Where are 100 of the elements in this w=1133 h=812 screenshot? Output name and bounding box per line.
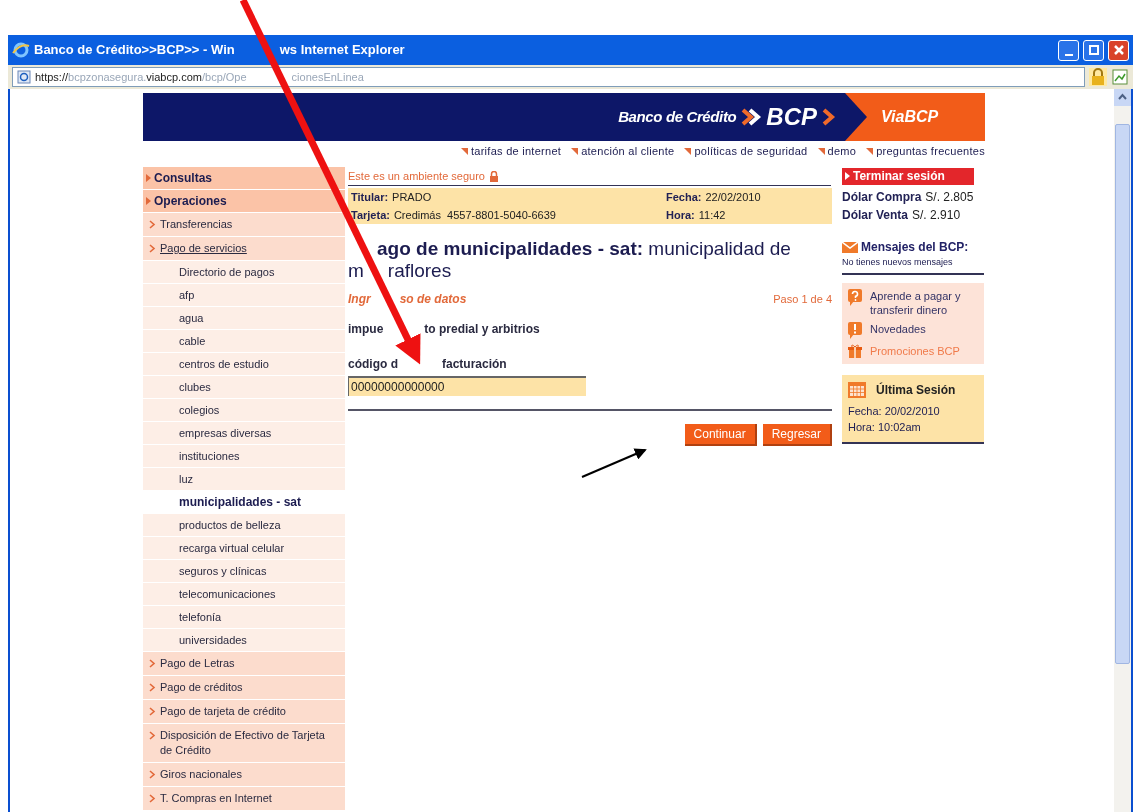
brand-name: BCP (766, 102, 817, 132)
messages-title: Mensajes del BCP: (861, 239, 969, 256)
triangle-icon (845, 172, 850, 180)
question-icon (848, 288, 862, 306)
logout-button[interactable]: Terminar sesión (842, 167, 974, 185)
top-link[interactable]: tarifas de internet (460, 142, 562, 160)
maximize-button[interactable] (1083, 39, 1104, 61)
menu-item[interactable]: agua (143, 307, 345, 330)
menu-item[interactable]: Pago de créditos (143, 676, 345, 700)
triangle-icon (866, 147, 874, 155)
report-icon[interactable] (1111, 68, 1129, 86)
product-name: ViaBCP (881, 107, 939, 127)
scrollbar[interactable] (1114, 89, 1131, 812)
lock-icon (489, 170, 499, 182)
field-value: 22/02/2010 (705, 189, 761, 205)
scroll-thumb[interactable] (1115, 124, 1130, 664)
menu-item[interactable]: seguros y clínicas (143, 560, 345, 583)
bank-name: Banco de Crédito (618, 106, 737, 127)
menu-item[interactable]: colegios (143, 399, 345, 422)
section-title: so de datos (399, 291, 467, 308)
browser-logo-icon (12, 41, 30, 59)
field-label: código d (348, 356, 398, 373)
menu-item[interactable]: Pago de tarjeta de crédito (143, 700, 345, 724)
session-title: Última Sesión (876, 381, 956, 399)
close-icon (1113, 45, 1124, 55)
menu-item[interactable]: centros de estudio (143, 353, 345, 376)
field-value: S/. 2.910 (912, 207, 961, 224)
close-button[interactable] (1108, 39, 1129, 61)
chevron-icon (149, 659, 156, 668)
annotation-arrow (581, 448, 647, 478)
menu-item[interactable]: recarga virtual celular (143, 537, 345, 560)
address-field[interactable]: https://bcpzonasegura.viabcp.com/bcp/Ope cionesEnLinea (12, 67, 1085, 87)
menu-item[interactable]: afp (143, 284, 345, 307)
lock-icon[interactable] (1089, 68, 1107, 86)
address-text: https://bcpzonasegura.viabcp.com/bcp/Ope cionesEnLinea (35, 69, 364, 85)
field-value: 11:42 (698, 207, 726, 223)
top-link[interactable]: preguntas frecuentes (866, 142, 985, 160)
field-value: Credimás 4557-8801-5040-6639 (393, 207, 556, 223)
chevron-icon (149, 770, 156, 779)
service-name: to predial y arbitrios (424, 321, 540, 338)
menu-item[interactable]: Operaciones (143, 190, 345, 213)
field-value: S/. 2.805 (925, 189, 974, 206)
menu-item[interactable]: universidades (143, 629, 345, 652)
scroll-up-icon[interactable] (1114, 89, 1131, 106)
chevron-icon (149, 244, 156, 253)
minimize-icon (1064, 53, 1073, 56)
menu-item[interactable]: telefonía (143, 606, 345, 629)
top-link[interactable]: demo (817, 142, 857, 160)
session-date: Fecha: 20/02/2010 (848, 403, 941, 419)
chevrons-icon (740, 106, 763, 128)
field-label: Titular: (351, 189, 389, 205)
triangle-icon (684, 147, 692, 155)
triangle-icon (460, 147, 468, 155)
alert-icon (848, 321, 862, 339)
section-title: Ingr (348, 291, 371, 308)
input-field[interactable]: 00000000000000 (348, 376, 586, 396)
gift-icon (848, 343, 862, 358)
menu-item[interactable]: Giros nacionales (143, 763, 345, 787)
menu-item[interactable]: cable (143, 330, 345, 353)
help-link[interactable]: Novedades (848, 321, 978, 339)
calendar-icon (848, 381, 866, 398)
secure-note: Este es un ambiente seguro (348, 168, 485, 184)
menu-item[interactable]: Consultas (143, 167, 345, 190)
menu-item[interactable]: Pago de Letras (143, 652, 345, 676)
field-label: Dólar Compra (842, 189, 922, 206)
menu-item[interactable]: Transferencias (143, 213, 345, 237)
menu-item[interactable]: productos de belleza (143, 514, 345, 537)
step-indicator: Paso 1 de 4 (773, 291, 832, 307)
top-link[interactable]: políticas de seguridad (684, 142, 808, 160)
field-value: PRADO (392, 189, 432, 205)
window-title: ws Internet Explorer (279, 41, 405, 60)
menu-item[interactable]: instituciones (143, 445, 345, 468)
field-label: Dólar Venta (842, 207, 909, 224)
field-label: Tarjeta: (351, 207, 390, 223)
chevron-icon (149, 220, 156, 229)
help-link[interactable]: Aprende a pagar y transferir dinero (848, 288, 978, 317)
menu-item[interactable]: telecomunicaciones (143, 583, 345, 606)
top-link[interactable]: atención al cliente (571, 142, 675, 160)
triangle-icon (817, 147, 825, 155)
triangle-icon (146, 197, 151, 205)
page-icon (17, 70, 31, 84)
chevron-icon (149, 731, 156, 740)
chevron-icon (149, 707, 156, 716)
triangle-icon (571, 147, 579, 155)
service-name: impue (348, 321, 384, 338)
menu-item[interactable]: Pago de servicios (143, 237, 345, 261)
page-title: m (348, 260, 364, 282)
menu-item[interactable]: Disposición de Efectivo de Tarjeta de Crédito (143, 724, 345, 763)
page-title: raflores (387, 260, 452, 282)
field-label: facturación (442, 356, 507, 373)
messages-note: No tienes nuevos mensajes (842, 256, 954, 269)
chevron-icon (821, 106, 837, 128)
menu-item[interactable]: clubes (143, 376, 345, 399)
envelope-icon (842, 241, 858, 253)
menu-item[interactable]: empresas diversas (143, 422, 345, 445)
menu-item[interactable]: Directorio de pagos (143, 261, 345, 284)
menu-item[interactable]: T. Compras en Internet (143, 787, 345, 811)
field-label: Hora: (666, 207, 695, 223)
minimize-button[interactable] (1058, 39, 1079, 61)
menu-item[interactable]: luz (143, 468, 345, 491)
